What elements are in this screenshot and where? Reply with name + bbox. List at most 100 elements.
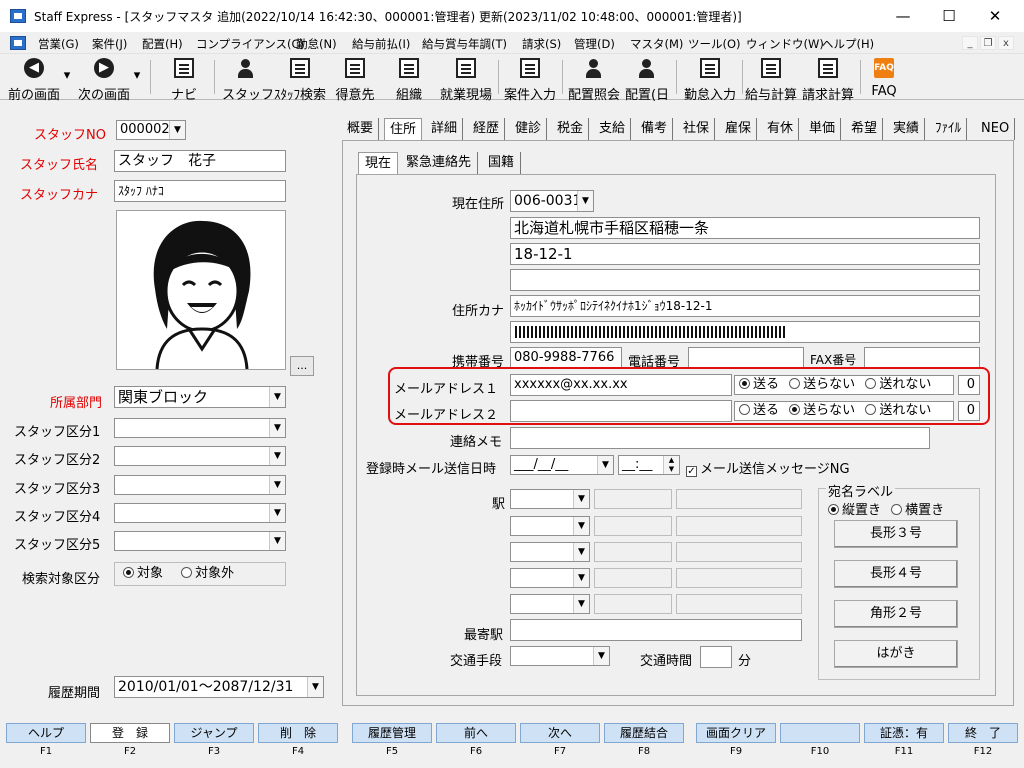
navi-button[interactable]: ナビ [160,54,208,103]
staff-button[interactable]: スタッフ [222,54,274,103]
org-button[interactable]: 組織 [386,54,432,103]
menu-tools[interactable]: ツール(O) [688,36,741,52]
mail2-cannot-radio[interactable]: 送れない [865,403,931,418]
envelope-long3-button[interactable]: 長形３号 [834,520,958,548]
mdi-restore-button[interactable]: ❐ [980,36,996,50]
mail2-input[interactable] [510,400,732,422]
tab-notes[interactable]: 備考 [636,118,674,140]
f2-register-button[interactable]: 登 録 [90,723,170,743]
label-vertical-radio[interactable]: 縦置き [828,503,881,518]
search-excluded-radio[interactable]: 対象外 [181,566,234,581]
photo-select-button[interactable]: ... [290,356,314,376]
billing-button[interactable]: 請求計算 [800,54,856,103]
minimize-button[interactable]: — [880,0,926,32]
staff-kubun4-select[interactable]: ▼ [114,503,286,523]
maximize-button[interactable]: ☐ [926,0,972,32]
mdi-close-button[interactable]: x [998,36,1014,50]
station1-select[interactable]: ▼ [510,489,590,509]
tab-tax[interactable]: 税金 [552,118,590,140]
station5-select[interactable]: ▼ [510,594,590,614]
assign-view-button[interactable]: 配置照会 [566,54,622,103]
contact-memo-input[interactable] [510,427,930,449]
menu-master[interactable]: マスタ(M) [630,36,683,52]
menu-assign[interactable]: 配置(H) [142,36,183,52]
mail2-send-radio[interactable]: 送る [739,403,779,418]
tab-payment[interactable]: 支給 [594,118,632,140]
menu-help[interactable]: ヘルプ(H) [822,36,874,52]
mobile-input[interactable]: 080-9988-7766 [510,347,622,369]
f12-exit-button[interactable]: 終 了 [948,723,1018,743]
address-line3-input[interactable] [510,269,980,291]
site-button[interactable]: 就業現場 [438,54,494,103]
mail-ng-checkbox[interactable]: ✓ メール送信メッセージNG [686,458,850,477]
envelope-long4-button[interactable]: 長形４号 [834,560,958,588]
address-line2-input[interactable]: 18-12-1 [510,243,980,265]
address-kana-input[interactable]: ﾎｯｶｲﾄﾞｳｻｯﾎﾟﾛｼﾃｲﾈｸｲﾅﾎ1ｼﾞｮｳ18-12-1 [510,295,980,317]
transport-select[interactable]: ▼ [510,646,610,666]
mail2-nosend-radio[interactable]: 送らない [789,403,855,418]
menu-job[interactable]: 案件(J) [92,36,127,52]
label-horizontal-radio[interactable]: 横置き [891,503,944,518]
station4-select[interactable]: ▼ [510,568,590,588]
staff-kubun2-select[interactable]: ▼ [114,446,286,466]
subtab-current[interactable]: 現在 [358,152,399,174]
staff-kubun1-select[interactable]: ▼ [114,418,286,438]
f11-voucher-button[interactable]: 証憑：有 [864,723,944,743]
mdi-minimize-button[interactable]: _ [962,36,978,50]
address-line1-input[interactable]: 北海道札幌市手稲区稲穂一条 [510,217,980,239]
menu-sales[interactable]: 営業(G) [38,36,79,52]
staff-search-button[interactable]: ｽﾀｯﾌ検索 [272,54,328,103]
client-button[interactable]: 得意先 [332,54,378,103]
dept-select[interactable]: 関東ブロック ▼ [114,386,286,408]
f10-button[interactable] [780,723,860,743]
f1-help-button[interactable]: ヘルプ [6,723,86,743]
envelope-kaku2-button[interactable]: 角形２号 [834,600,958,628]
mail1-send-radio[interactable]: 送る [739,377,779,392]
staff-name-input[interactable]: スタッフ 花子 [114,150,286,172]
station2-select[interactable]: ▼ [510,516,590,536]
payroll-button[interactable]: 給与計算 [744,54,798,103]
postcard-button[interactable]: はがき [834,640,958,668]
fax-input[interactable] [864,347,980,369]
postal-select[interactable]: 006-0031 ▼ [510,190,594,212]
tab-overview[interactable]: 概要 [342,118,380,140]
staff-kana-input[interactable]: ｽﾀｯﾌ ﾊﾅｺ [114,180,286,202]
staff-kubun3-select[interactable]: ▼ [114,475,286,495]
tab-files[interactable]: ﾌｧｲﾙ [930,118,967,140]
faq-button[interactable]: FAQ FAQ [864,54,904,100]
tab-social-insurance[interactable]: 社保 [678,118,716,140]
station3-select[interactable]: ▼ [510,542,590,562]
close-button[interactable]: ✕ [972,0,1018,32]
reg-mail-date-select[interactable]: ___/__/__ ▼ [510,455,614,475]
f3-jump-button[interactable]: ジャンプ [174,723,254,743]
tab-address[interactable]: 住所 [384,118,423,140]
phone-input[interactable] [688,347,804,369]
subtab-nationality[interactable]: 国籍 [482,152,522,174]
tab-health[interactable]: 健診 [510,118,548,140]
tab-neo[interactable]: NEO [976,118,1016,140]
menu-billing[interactable]: 請求(S) [522,36,561,52]
f7-next-button[interactable]: 次へ [520,723,600,743]
f8-merge-button[interactable]: 履歴結合 [604,723,684,743]
search-target-radio[interactable]: 対象 [123,566,163,581]
prev-screen-button[interactable]: ◀ 前の画面 [6,54,62,103]
job-entry-button[interactable]: 案件入力 [502,54,558,103]
next-screen-button[interactable]: ▶ 次の画面 [76,54,132,103]
menu-payroll[interactable]: 給与賞与年調(T) [422,36,507,52]
tab-unit-price[interactable]: 単価 [804,118,842,140]
tab-detail[interactable]: 詳細 [426,118,464,140]
f9-clear-button[interactable]: 画面クリア [696,723,776,743]
tab-employment-insurance[interactable]: 雇保 [720,118,758,140]
subtab-emergency[interactable]: 緊急連絡先 [400,152,479,174]
f5-history-button[interactable]: 履歴管理 [352,723,432,743]
menu-window[interactable]: ウィンドウ(W) [746,36,824,52]
assign-day-button[interactable]: 配置(日 [624,54,670,103]
next-dropdown[interactable]: ▾ [132,54,142,100]
reg-mail-time-spinner[interactable]: __:__ ▲ ▼ [618,455,680,475]
history-period-select[interactable]: 2010/01/01～2087/12/31 ▼ [114,676,324,698]
f6-prev-button[interactable]: 前へ [436,723,516,743]
mail1-cannot-radio[interactable]: 送れない [865,377,931,392]
tab-wishes[interactable]: 希望 [846,118,884,140]
menu-attendance[interactable]: 勤怠(N) [296,36,337,52]
mail1-input[interactable]: xxxxxx@xx.xx.xx [510,374,732,396]
